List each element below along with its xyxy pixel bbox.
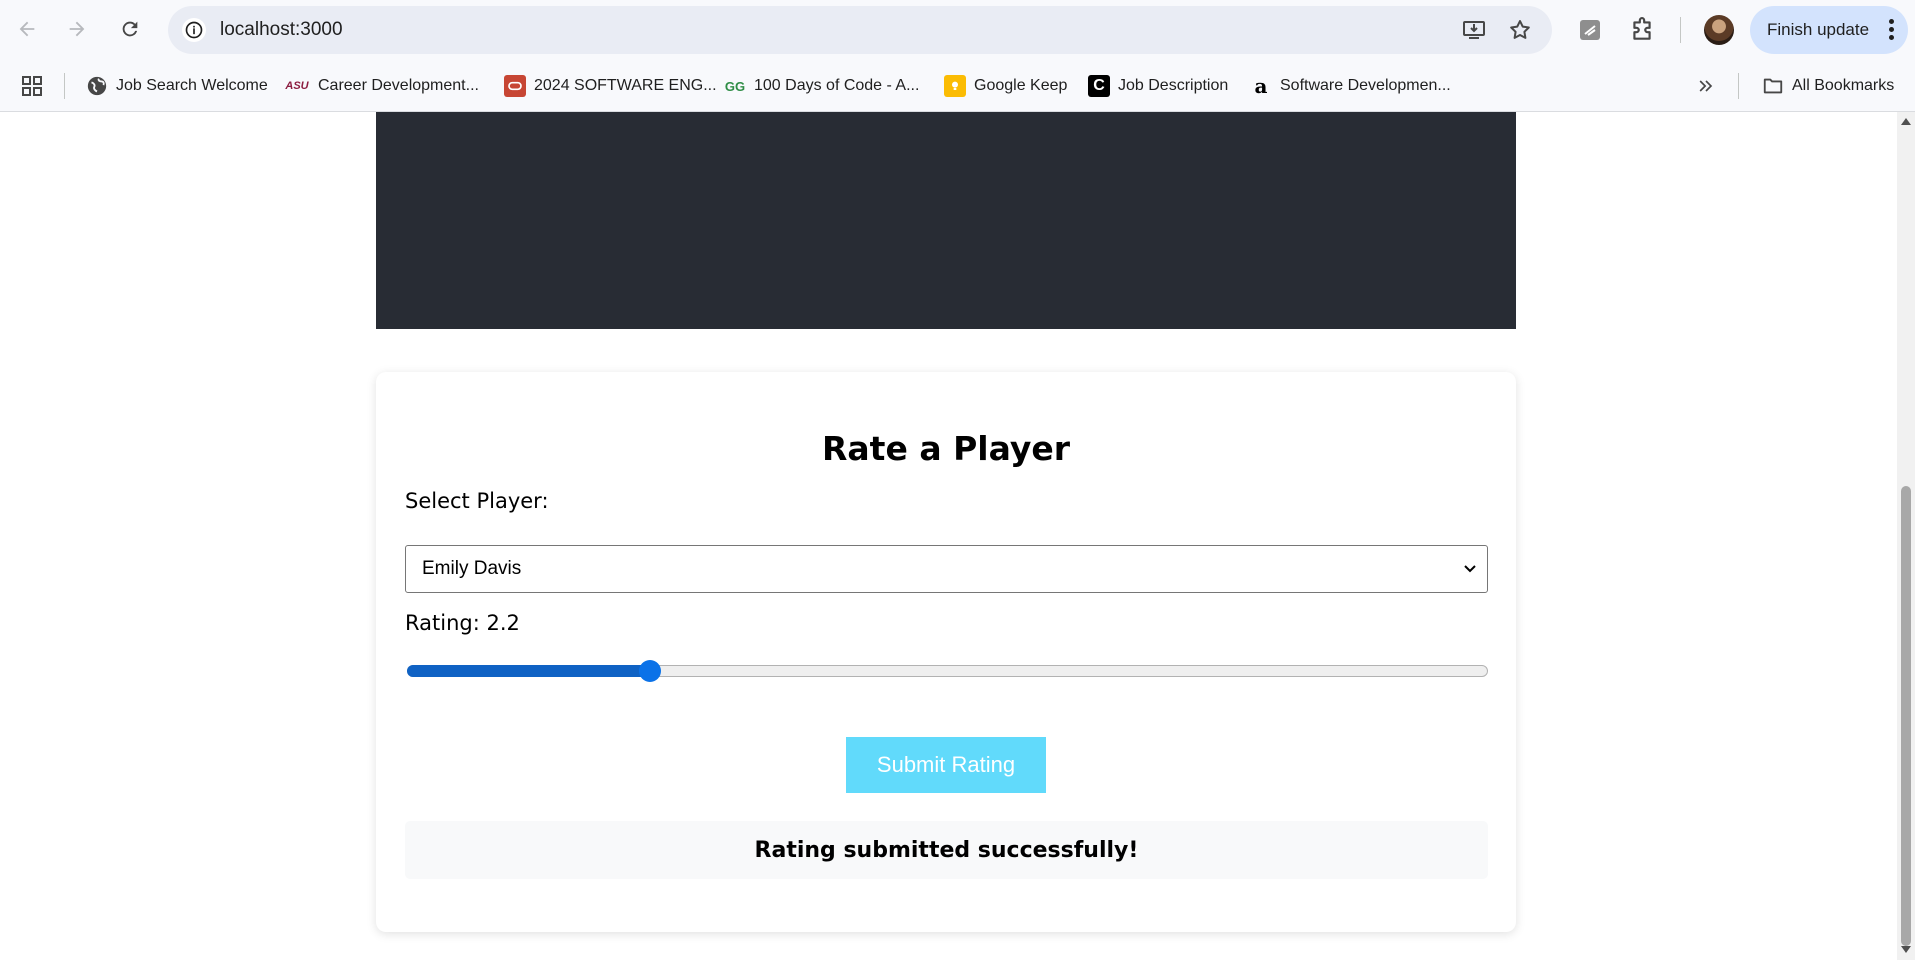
bookmark-software-development[interactable]: a Software Developmen... [1250,60,1451,112]
bookmark-label: Software Developmen... [1280,77,1451,94]
chevron-double-right-icon [1699,80,1713,92]
asu-logo-icon: ASU [285,80,309,92]
page-viewport: Rate a Player Select Player: Emily Davis… [0,112,1897,960]
globe-icon [86,75,108,97]
bookmark-label: Job Search Welcome [116,77,268,94]
finish-update-button[interactable]: Finish update [1750,6,1908,54]
all-bookmarks-label: All Bookmarks [1792,77,1895,94]
url-text[interactable]: localhost:3000 [220,6,343,54]
forward-button[interactable] [59,11,95,47]
address-bar[interactable]: localhost:3000 [168,6,1552,54]
reload-button[interactable] [112,11,148,47]
bookmarks-bar: Job Search Welcome ASU Career Developmen… [0,60,1915,112]
form-title: Rate a Player [822,429,1070,468]
bookmark-job-search-welcome[interactable]: Job Search Welcome [86,60,268,112]
apps-grid-button[interactable] [20,60,44,112]
bookmark-label: 100 Days of Code - A... [754,77,920,94]
bookmarks-divider [64,73,65,99]
scroll-down-arrow-icon[interactable] [1901,946,1911,953]
success-message: Rating submitted successfully! [405,821,1488,879]
submit-rating-button[interactable]: Submit Rating [846,737,1046,793]
slider-thumb[interactable] [639,660,662,682]
finish-update-label: Finish update [1767,20,1870,39]
bookmark-label: Job Description [1118,77,1229,94]
site-info-icon[interactable] [182,18,206,42]
select-player-label: Select Player: [405,489,549,513]
bookmark-job-description[interactable]: C Job Description [1088,60,1228,112]
bookmark-100-days-of-code[interactable]: GG 100 Days of Code - A... [724,60,920,112]
oracle-icon [504,75,526,97]
profile-avatar[interactable] [1704,15,1734,45]
bookmark-google-keep[interactable]: Google Keep [944,60,1067,112]
bookmarks-divider [1738,73,1739,99]
rate-player-card: Rate a Player Select Player: Emily Davis… [376,372,1516,932]
back-button[interactable] [9,11,45,47]
scrollbar-thumb[interactable] [1901,486,1911,946]
app-header [376,112,1516,329]
browser-toolbar: localhost:3000 Finish update [0,0,1915,60]
extension-puzzle-alt-icon[interactable] [1576,16,1604,44]
reload-icon [122,21,138,37]
page-scrollbar[interactable] [1897,112,1915,960]
bookmark-star-icon[interactable] [1508,18,1532,42]
selected-player: Emily Davis [422,558,522,579]
bookmark-career-development[interactable]: ASU Career Development... [284,60,479,112]
bookmark-label: Google Keep [974,77,1068,94]
apps-grid-icon [22,76,42,96]
player-select[interactable]: Emily Davis [405,545,1488,593]
all-bookmarks-button[interactable]: All Bookmarks [1762,60,1894,112]
rating-slider[interactable] [405,657,1488,685]
arrow-left-icon [19,21,35,37]
more-bookmarks-button[interactable] [1696,60,1716,112]
menu-kebab-icon [1889,19,1895,43]
rating-label: Rating: 2.2 [405,611,520,635]
geeksforgeeks-icon: GG [724,78,746,94]
folder-icon [1762,75,1784,97]
install-app-icon[interactable] [1462,18,1486,42]
slider-fill [407,665,650,677]
bookmark-label: 2024 SOFTWARE ENG... [534,77,717,94]
amazon-icon: a [1254,74,1268,98]
extensions-icon[interactable] [1628,16,1656,44]
bookmark-label: Career Development... [318,77,479,94]
keep-icon [944,75,966,97]
bookmark-2024-software-eng[interactable]: 2024 SOFTWARE ENG... [504,60,717,112]
chevron-down-icon [1464,565,1476,573]
arrow-right-icon [69,21,85,37]
scroll-up-arrow-icon[interactable] [1901,118,1911,125]
c-logo-icon: C [1088,75,1110,97]
toolbar-divider [1680,17,1681,43]
